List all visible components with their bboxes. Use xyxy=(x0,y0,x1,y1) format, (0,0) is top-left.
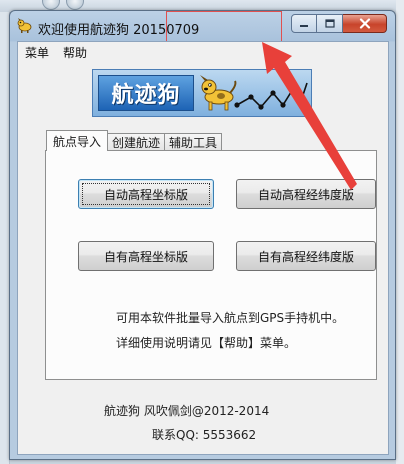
own-elevation-latlon-button[interactable]: 自有高程经纬度版 xyxy=(236,241,376,271)
dog-app-icon xyxy=(17,18,32,33)
tab-panel-waypoint-import: 自动高程坐标版 自动高程经纬度版 自有高程坐标版 自有高程经纬度版 可用本软件批… xyxy=(45,150,377,380)
info-text-line2: 详细使用说明请见【帮助】菜单。 xyxy=(116,336,297,350)
menu-item-menu[interactable]: 菜单 xyxy=(18,44,56,61)
tab-label: 航点导入 xyxy=(53,134,102,149)
tab-auxiliary-tools[interactable]: 辅助工具 xyxy=(164,133,223,151)
background-window-edge-right xyxy=(396,0,404,464)
tab-waypoint-import[interactable]: 航点导入 xyxy=(46,130,109,151)
auto-elevation-latlon-button[interactable]: 自动高程经纬度版 xyxy=(236,179,376,209)
auto-elevation-coordinate-button[interactable]: 自动高程坐标版 xyxy=(78,179,214,209)
tab-create-track[interactable]: 创建航迹 xyxy=(107,133,166,151)
footer-contact: 联系QQ: 5553662 xyxy=(152,428,257,442)
own-elevation-coordinate-button[interactable]: 自有高程坐标版 xyxy=(78,241,214,271)
annotation-highlight-box xyxy=(166,11,282,42)
close-button[interactable] xyxy=(343,14,387,33)
client-area: 菜单 帮助 航迹狗 航点导入 创建航迹 辅助工具 自动高程坐标版 自动高程经纬度… xyxy=(17,41,389,455)
button-label: 自有高程坐标版 xyxy=(103,249,188,264)
close-icon xyxy=(359,18,370,29)
menu-item-help[interactable]: 帮助 xyxy=(56,44,94,61)
tab-strip: 航点导入 创建航迹 辅助工具 xyxy=(46,130,223,151)
tab-label: 创建航迹 xyxy=(112,136,161,150)
maximize-icon xyxy=(324,19,335,28)
main-window: 欢迎使用航迹狗 20150709 菜单 帮助 航迹狗 航点导入 创建航迹 辅助工… xyxy=(9,10,396,460)
tab-label: 辅助工具 xyxy=(169,136,218,150)
info-text-line1: 可用本软件批量导入航点到GPS手持机中。 xyxy=(116,311,345,325)
app-logo-banner: 航迹狗 xyxy=(92,69,312,117)
menu-bar: 菜单 帮助 xyxy=(18,42,388,62)
title-bar[interactable]: 欢迎使用航迹狗 20150709 xyxy=(10,11,395,42)
focus-ring xyxy=(82,183,210,205)
logo-text: 航迹狗 xyxy=(111,83,181,108)
minimize-button[interactable] xyxy=(291,14,317,33)
window-controls xyxy=(291,14,387,33)
dog-track-logo-icon xyxy=(200,75,308,111)
logo-text-box: 航迹狗 xyxy=(98,75,194,111)
footer-credits: 航迹狗 风吹佩剑@2012-2014 xyxy=(104,404,270,418)
button-label: 自动高程经纬度版 xyxy=(257,187,354,202)
maximize-button[interactable] xyxy=(317,14,343,33)
background-window-buttons xyxy=(40,0,100,10)
minimize-icon xyxy=(300,24,308,27)
button-label: 自有高程经纬度版 xyxy=(257,249,354,264)
